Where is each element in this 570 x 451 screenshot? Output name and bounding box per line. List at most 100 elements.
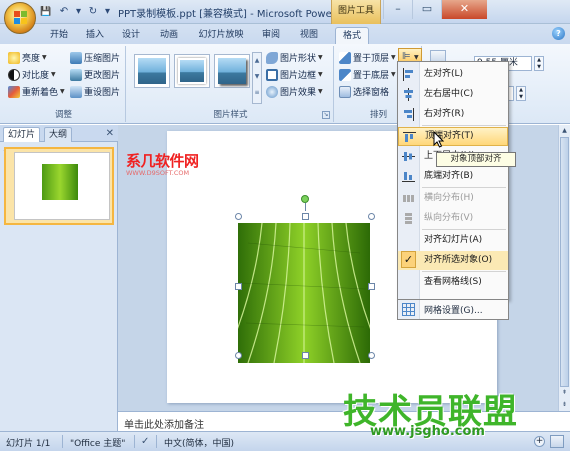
status-divider (62, 435, 63, 448)
minimize-button[interactable]: – (383, 0, 412, 19)
picture-style-3[interactable] (214, 54, 250, 88)
context-tab-group-picture-tools: 图片工具 (331, 0, 381, 24)
brightness-button[interactable]: 亮度 ▼ (8, 50, 47, 65)
customize-qat-icon[interactable]: ▾ (103, 4, 112, 20)
dropdown-arrow-icon: ▼ (318, 54, 323, 61)
menu-item-grid-settings[interactable]: 网格设置(G)... (397, 300, 509, 320)
resize-handle-top-right[interactable] (368, 213, 375, 220)
mouse-cursor-icon (433, 131, 444, 148)
menu-item-view-gridlines[interactable]: 查看网格线(S) (398, 273, 508, 292)
window-controls: – ▭ ✕ (383, 0, 487, 19)
resize-handle-left[interactable] (235, 283, 242, 290)
status-language: 中文(简体，中国) (164, 439, 235, 449)
resize-handle-top[interactable] (302, 213, 309, 220)
vertical-scrollbar[interactable]: ▲ ⇞ ⇟ (558, 125, 570, 411)
tab-outline[interactable]: 大纲 (44, 127, 73, 142)
tab-slideshow[interactable]: 幻灯片放映 (193, 27, 249, 44)
undo-icon[interactable]: ↶ (56, 4, 72, 20)
change-picture-label: 更改图片 (84, 71, 121, 81)
close-button[interactable]: ✕ (441, 0, 487, 19)
brightness-label: 亮度 (22, 54, 41, 64)
picture-effects-button[interactable]: 图片效果 ▼ (266, 84, 323, 99)
help-icon[interactable]: ? (552, 27, 565, 40)
quick-access-toolbar: 💾 ↶ ▾ ↻ ▾ (38, 4, 112, 20)
next-slide-icon[interactable]: ⇟ (559, 399, 570, 410)
picture-style-1[interactable] (134, 54, 170, 88)
rotate-handle[interactable] (301, 195, 309, 203)
contrast-icon (8, 68, 20, 81)
change-picture-icon (70, 68, 82, 81)
selection-pane-button[interactable]: 选择窗格 (339, 84, 389, 99)
contrast-button[interactable]: 对比度 ▼ (8, 67, 56, 82)
width-spinner[interactable]: ▲ ▼ (516, 86, 526, 101)
menu-item-label: 底端对齐(B) (424, 171, 474, 181)
picture-style-2[interactable] (174, 54, 210, 88)
recolor-button[interactable]: 重新着色 ▼ (8, 84, 65, 99)
status-divider (156, 435, 157, 448)
gallery-scroll-buttons[interactable]: ▲ ▼ ≡ (252, 52, 262, 104)
menu-item-align-to-slide[interactable]: 对齐幻灯片(A) (398, 231, 508, 250)
menu-item-align-top[interactable]: 顶端对齐(T) (398, 127, 508, 146)
dialog-launcher-icon[interactable]: ↘ (322, 111, 330, 119)
menu-item-distribute-vertically: 纵向分布(V) (398, 209, 508, 228)
scroll-thumb[interactable] (560, 137, 569, 387)
menu-item-align-right[interactable]: 右对齐(R) (398, 105, 508, 124)
tab-insert[interactable]: 插入 (80, 27, 110, 44)
picture-shape-button[interactable]: 图片形状 ▼ (266, 50, 323, 65)
menu-item-align-bottom[interactable]: 底端对齐(B) (398, 167, 508, 186)
resize-handle-bottom-left[interactable] (235, 352, 242, 359)
picture-border-button[interactable]: 图片边框 ▼ (266, 67, 323, 82)
customize-qat-icon[interactable]: ▾ (74, 4, 83, 20)
reset-picture-button[interactable]: 重设图片 (70, 84, 120, 99)
menu-item-align-selected-objects[interactable]: ✓ 对齐所选对象(O) (398, 251, 508, 270)
resize-handle-bottom-right[interactable] (368, 352, 375, 359)
align-middle-icon (402, 152, 415, 161)
compress-icon (70, 51, 82, 64)
resize-handle-bottom[interactable] (302, 352, 309, 359)
redo-icon[interactable]: ↻ (85, 4, 101, 20)
spell-check-icon[interactable]: ✓ (141, 436, 149, 447)
compress-pictures-button[interactable]: 压缩图片 (70, 50, 120, 65)
dropdown-arrow-icon: ▼ (318, 88, 323, 95)
scroll-up-icon[interactable]: ▲ (559, 125, 570, 136)
tab-design[interactable]: 设计 (116, 27, 146, 44)
change-picture-button[interactable]: 更改图片 (70, 67, 120, 82)
align-top-icon (403, 132, 416, 142)
send-to-back-button[interactable]: 置于底层 ▼ (339, 67, 396, 82)
distribute-vertical-icon (405, 213, 412, 224)
resize-handle-top-left[interactable] (235, 213, 242, 220)
menu-item-label: 横向分布(H) (424, 193, 474, 203)
grid-icon (402, 303, 415, 316)
dropdown-arrow-icon: ▼ (60, 88, 65, 95)
picture-shape-label: 图片形状 (280, 54, 317, 64)
menu-separator (422, 229, 506, 230)
save-icon[interactable]: 💾 (38, 4, 54, 20)
fit-to-window-icon[interactable] (550, 435, 564, 448)
leaf-picture[interactable] (238, 223, 370, 363)
tab-slides[interactable]: 幻灯片 (3, 127, 41, 142)
tab-review[interactable]: 审阅 (256, 27, 286, 44)
tab-home[interactable]: 开始 (44, 27, 74, 44)
maximize-button[interactable]: ▭ (412, 0, 441, 19)
brightness-icon (8, 51, 20, 64)
tab-format[interactable]: 格式 (335, 27, 369, 44)
prev-slide-icon[interactable]: ⇞ (559, 387, 570, 398)
menu-item-label: 网格设置(G)... (424, 306, 483, 316)
menu-item-distribute-horizontally: 横向分布(H) (398, 189, 508, 208)
menu-item-align-center[interactable]: 左右居中(C) (398, 85, 508, 104)
close-panel-icon[interactable]: ✕ (106, 128, 114, 139)
bring-to-front-button[interactable]: 置于顶层 ▼ (339, 50, 396, 65)
dropdown-arrow-icon: ▼ (391, 71, 396, 78)
resize-handle-right[interactable] (368, 283, 375, 290)
menu-item-align-left[interactable]: 左对齐(L) (398, 65, 508, 84)
tab-view[interactable]: 视图 (294, 27, 324, 44)
slide-thumbnail-1[interactable] (4, 147, 114, 225)
status-slide-count: 幻灯片 1/1 (6, 439, 51, 449)
distribute-horizontal-icon (403, 195, 414, 202)
dropdown-arrow-icon: ▼ (318, 71, 323, 78)
status-divider (134, 435, 135, 448)
zoom-in-icon[interactable]: + (534, 436, 545, 447)
tab-animations[interactable]: 动画 (152, 27, 186, 44)
height-spinner[interactable]: ▲ ▼ (534, 56, 544, 71)
office-button[interactable] (4, 2, 36, 34)
